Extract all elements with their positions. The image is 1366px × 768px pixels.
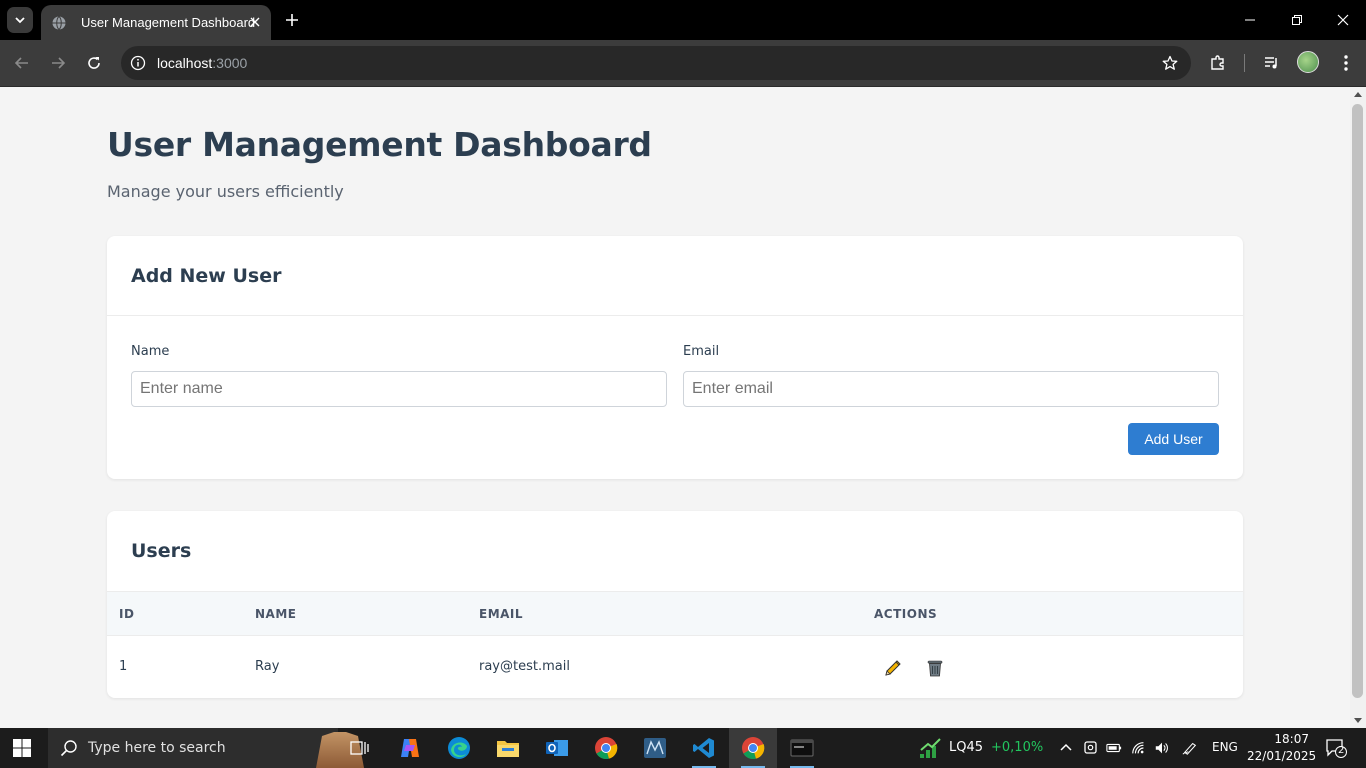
tab-search-button[interactable] [7,7,33,33]
users-heading: Users [131,540,192,562]
notification-count: 2 [1338,745,1345,756]
page-viewport: User Management Dashboard Manage your us… [0,87,1350,728]
copilot-icon[interactable] [386,728,434,768]
column-header-email: EMAIL [479,607,524,621]
stock-change: +0,10% [991,740,1044,755]
camera-icon[interactable] [1083,740,1099,756]
clock-time[interactable]: 18:07 [1263,732,1309,746]
search-placeholder: Type here to search [88,740,226,756]
battery-icon[interactable] [1106,740,1122,756]
scroll-thumb[interactable] [1352,104,1363,698]
tab-title: User Management Dashboard [81,15,256,30]
email-input[interactable] [683,371,1219,407]
bookmark-star-icon[interactable] [1161,54,1179,72]
more-menu-icon[interactable] [1335,52,1357,74]
chevron-up-icon[interactable] [1058,740,1074,756]
stock-chart-icon[interactable] [918,736,942,760]
table-row: 1 Ray ray@test.mail [107,636,1243,698]
delete-trash-icon[interactable] [924,657,946,679]
extensions-icon[interactable] [1207,52,1229,74]
mysql-workbench-icon[interactable] [631,728,679,768]
close-window-icon[interactable] [1331,8,1355,32]
volume-icon[interactable] [1154,740,1170,756]
page-scrollbar[interactable] [1350,87,1366,728]
name-label: Name [131,344,170,359]
name-input[interactable] [131,371,667,407]
column-header-actions: ACTIONS [874,607,938,621]
clock-date[interactable]: 22/01/2025 [1247,749,1316,763]
url-port: :3000 [212,55,248,71]
user-name-cell: Ray [255,659,280,674]
users-table-header: ID NAME EMAIL ACTIONS [107,591,1243,636]
outlook-icon[interactable] [533,728,581,768]
column-header-name: NAME [255,607,297,621]
minimize-icon[interactable] [1238,8,1262,32]
browser-titlebar: User Management Dashboard [0,0,1366,40]
add-user-heading: Add New User [131,265,282,287]
file-explorer-icon[interactable] [484,728,532,768]
profile-avatar[interactable] [1297,51,1319,73]
page-subtitle: Manage your users efficiently [107,182,344,201]
browser-tab[interactable]: User Management Dashboard [41,5,271,40]
edge-browser-icon[interactable] [435,728,483,768]
add-user-card-header: Add New User [107,236,1243,316]
globe-icon [51,15,67,31]
url-host: localhost [157,55,213,71]
chrome-active-icon[interactable] [729,728,777,768]
address-bar[interactable]: localhost:3000 [121,46,1191,80]
wifi-icon[interactable] [1131,740,1147,756]
users-card: Users ID NAME EMAIL ACTIONS 1 Ray ray@te… [107,511,1243,698]
language-indicator[interactable]: ENG [1212,740,1238,754]
user-id-cell: 1 [119,659,128,674]
stock-name: LQ45 [949,740,984,755]
add-user-button[interactable]: Add User [1128,423,1219,455]
user-email-cell: ray@test.mail [479,659,570,674]
toolbar-divider [1244,54,1245,72]
close-tab-icon[interactable] [247,14,263,30]
pen-icon[interactable] [1182,740,1198,756]
vscode-icon[interactable] [680,728,728,768]
forward-arrow-icon[interactable] [46,51,70,75]
users-card-header: Users [107,511,1243,591]
new-tab-icon[interactable] [282,10,302,30]
windows-taskbar: Type here to search LQ45 +0,10% ENG 18:0… [0,728,1366,768]
column-header-id: ID [119,607,135,621]
media-control-icon[interactable] [1261,52,1283,74]
site-info-icon[interactable] [129,54,147,72]
restore-icon[interactable] [1285,8,1309,32]
scroll-up-arrow-icon[interactable] [1354,92,1362,97]
search-icon [60,739,78,757]
reload-icon[interactable] [82,51,106,75]
email-label: Email [683,344,720,359]
page-title: User Management Dashboard [107,125,652,164]
scroll-down-arrow-icon[interactable] [1354,718,1362,723]
add-user-card: Add New User Name Email Add User [107,236,1243,479]
chevron-down-icon [15,17,25,24]
windows-start-icon[interactable] [13,739,31,757]
chrome-icon[interactable] [582,728,630,768]
task-view-icon[interactable] [336,728,384,768]
browser-toolbar: localhost:3000 [0,40,1366,87]
taskbar-search-box[interactable]: Type here to search [48,728,364,768]
back-arrow-icon[interactable] [10,51,34,75]
terminal-icon[interactable] [778,728,826,768]
url-text: localhost:3000 [157,55,247,71]
edit-pencil-icon[interactable] [882,657,904,679]
